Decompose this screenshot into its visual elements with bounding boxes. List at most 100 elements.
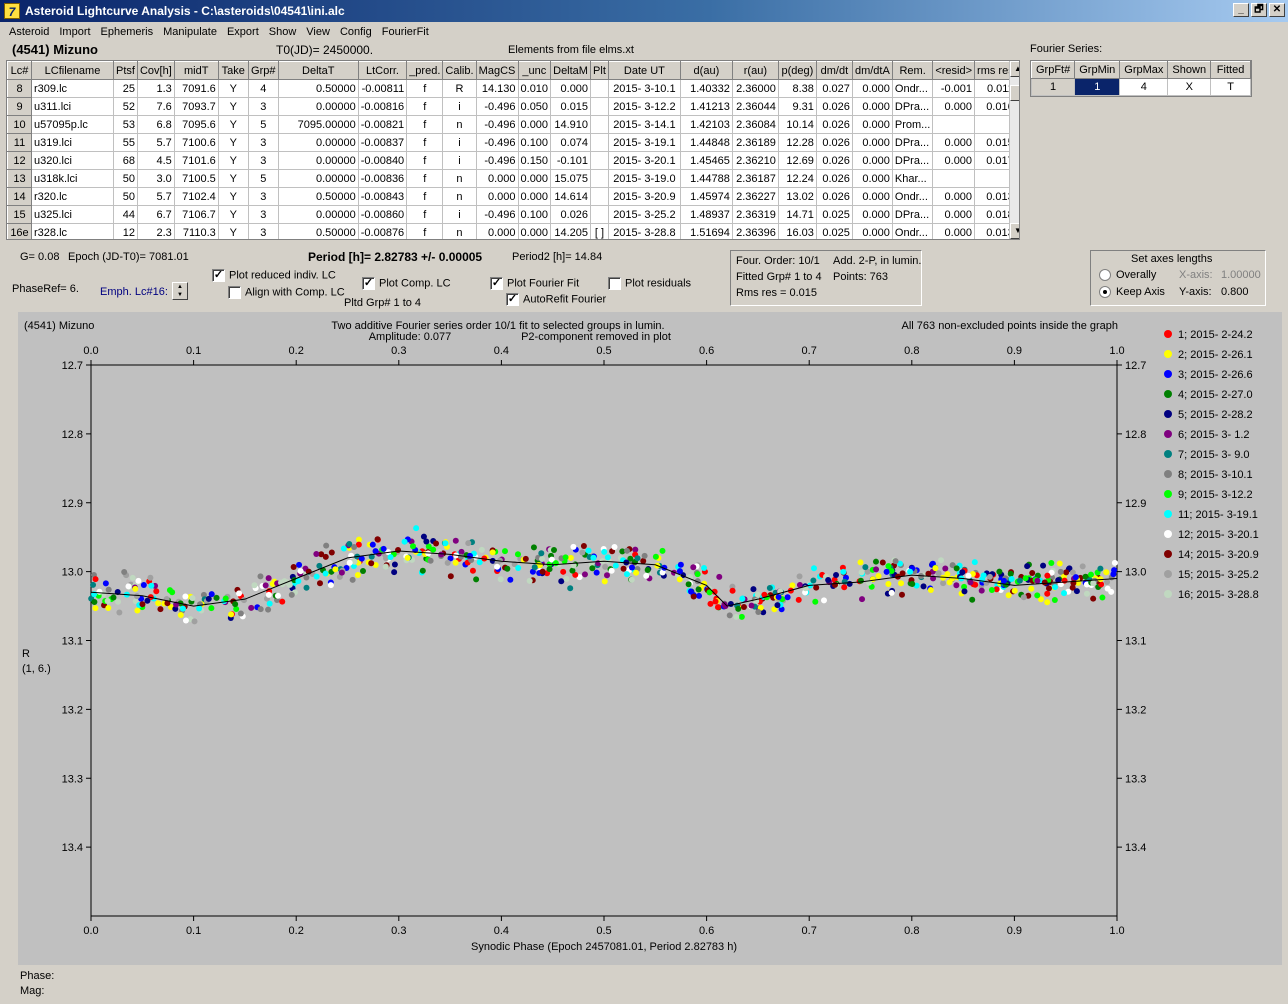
table-cell[interactable]: 1.51694 (679, 223, 733, 239)
table-cell[interactable]: -0.496 (475, 151, 519, 170)
table-cell[interactable]: -0.00816 (357, 97, 408, 116)
table-cell[interactable]: 2015- 3-19.0 (607, 169, 681, 188)
table-cell[interactable]: f (406, 151, 444, 170)
table-cell[interactable] (590, 115, 609, 134)
table-cell[interactable]: Y (217, 79, 249, 98)
table-cell[interactable]: 0.00000 (277, 97, 359, 116)
table-cell[interactable]: 7100.6 (173, 133, 219, 152)
table-cell[interactable]: 16.03 (777, 223, 817, 239)
menu-export[interactable]: Export (222, 26, 264, 38)
emph-spinner[interactable]: ▲ ▼ (172, 282, 188, 300)
table-cell[interactable]: 0.50000 (277, 223, 359, 239)
fourier-cell-grpft[interactable]: 1 (1030, 78, 1076, 96)
table-row[interactable]: 16e r328.lc 12 2.3 7110.3 Y 3 0.50000 -0.00876 f n… (7, 223, 1017, 239)
table-cell[interactable]: 9.31 (777, 97, 817, 116)
table-cell[interactable]: 0.000 (475, 169, 519, 188)
table-cell[interactable]: 1.44848 (679, 133, 733, 152)
table-cell[interactable]: 0.026 (815, 169, 853, 188)
table-cell[interactable]: 2.36000 (731, 79, 779, 98)
table-cell[interactable]: Y (217, 115, 249, 134)
table-cell[interactable]: Ondr... (891, 223, 934, 239)
table-cell[interactable]: r328.lc (31, 223, 114, 239)
table-cell[interactable]: 0.026 (815, 115, 853, 134)
column-header[interactable]: Ptsf (113, 61, 138, 80)
table-cell[interactable]: 0.026 (815, 97, 853, 116)
table-cell[interactable] (590, 205, 609, 224)
table-cell[interactable] (590, 79, 609, 98)
close-button[interactable]: ✕ (1269, 3, 1285, 17)
keep-axis-radio[interactable]: Keep Axis (1099, 286, 1165, 299)
menu-import[interactable]: Import (54, 26, 95, 38)
table-cell[interactable]: 0.000 (932, 187, 976, 206)
table-cell[interactable]: 2015- 3-28.8 (607, 223, 681, 239)
table-cell[interactable] (932, 115, 976, 134)
table-cell[interactable]: 0.50000 (277, 79, 359, 98)
table-cell[interactable]: 0.050 (517, 97, 552, 116)
table-row[interactable]: 12 u320.lci 68 4.5 7101.6 Y 3 0.00000 -0.00840 f i… (7, 151, 1017, 170)
table-cell[interactable]: 0.000 (932, 151, 976, 170)
table-cell[interactable]: 2.3 (136, 223, 175, 239)
table-cell[interactable]: 2.36084 (731, 115, 779, 134)
column-header[interactable]: Lc# (7, 61, 32, 80)
row-header[interactable]: 16e (7, 223, 32, 239)
table-cell[interactable]: DPra... (891, 97, 934, 116)
table-cell[interactable]: 0.000 (517, 187, 552, 206)
table-cell[interactable]: 1.40332 (679, 79, 733, 98)
table-cell[interactable]: 0.000 (932, 97, 976, 116)
table-cell[interactable]: 7093.7 (173, 97, 219, 116)
table-cell[interactable]: 12.24 (777, 169, 817, 188)
table-cell[interactable] (590, 97, 609, 116)
table-cell[interactable]: i (442, 97, 477, 116)
table-cell[interactable]: 2.36396 (731, 223, 779, 239)
table-cell[interactable]: 3.0 (136, 169, 175, 188)
table-cell[interactable]: 0.150 (517, 151, 552, 170)
table-cell[interactable]: 12.28 (777, 133, 817, 152)
table-cell[interactable]: 0.50000 (277, 187, 359, 206)
column-header[interactable]: Plt (590, 61, 609, 80)
table-cell[interactable]: 12.69 (777, 151, 817, 170)
table-cell[interactable]: 52 (113, 97, 138, 116)
column-header[interactable]: dm/dt (815, 61, 853, 80)
column-header[interactable]: Cov[h] (136, 61, 175, 80)
table-cell[interactable]: 0.010 (517, 79, 552, 98)
table-cell[interactable]: 0.074 (550, 133, 592, 152)
table-cell[interactable]: [ ] (590, 223, 609, 239)
table-cell[interactable]: n (442, 169, 477, 188)
table-cell[interactable]: 7100.5 (173, 169, 219, 188)
table-scrollbar[interactable]: ▲ ▼ (1009, 61, 1019, 239)
table-cell[interactable]: -0.496 (475, 133, 519, 152)
table-cell[interactable]: 1.42103 (679, 115, 733, 134)
row-header[interactable]: 8 (7, 79, 32, 98)
table-cell[interactable]: -0.496 (475, 115, 519, 134)
table-cell[interactable]: 0.00000 (277, 133, 359, 152)
table-cell[interactable]: 0.025 (815, 205, 853, 224)
table-cell[interactable]: u319.lci (31, 133, 114, 152)
table-cell[interactable]: Y (217, 223, 249, 239)
table-cell[interactable]: 2.36189 (731, 133, 779, 152)
table-cell[interactable]: -0.00836 (357, 169, 408, 188)
table-cell[interactable]: u57095p.lc (31, 115, 114, 134)
table-cell[interactable]: -0.496 (475, 205, 519, 224)
table-cell[interactable]: 3 (247, 223, 279, 239)
table-cell[interactable]: 50 (113, 169, 138, 188)
table-cell[interactable]: 10.14 (777, 115, 817, 134)
table-cell[interactable]: 2015- 3-14.1 (607, 115, 681, 134)
table-cell[interactable]: 0.000 (851, 223, 893, 239)
table-cell[interactable]: DPra... (891, 205, 934, 224)
table-cell[interactable]: 0.000 (932, 223, 976, 239)
row-header[interactable]: 14 (7, 187, 32, 206)
table-cell[interactable]: 0.100 (517, 133, 552, 152)
table-cell[interactable]: -0.00837 (357, 133, 408, 152)
table-cell[interactable]: 55 (113, 133, 138, 152)
row-header[interactable]: 15 (7, 205, 32, 224)
table-cell[interactable]: 0.000 (932, 133, 976, 152)
table-cell[interactable]: 0.000 (932, 205, 976, 224)
table-cell[interactable]: 0.00000 (277, 151, 359, 170)
table-cell[interactable]: 3 (247, 205, 279, 224)
minimize-button[interactable]: _ (1233, 3, 1249, 17)
autorefit-checkbox[interactable]: ✓ AutoRefit Fourier (506, 293, 606, 306)
table-cell[interactable]: 15.075 (550, 169, 592, 188)
table-cell[interactable]: 7095.6 (173, 115, 219, 134)
table-cell[interactable]: 0.026 (550, 205, 592, 224)
table-cell[interactable]: 6.8 (136, 115, 175, 134)
